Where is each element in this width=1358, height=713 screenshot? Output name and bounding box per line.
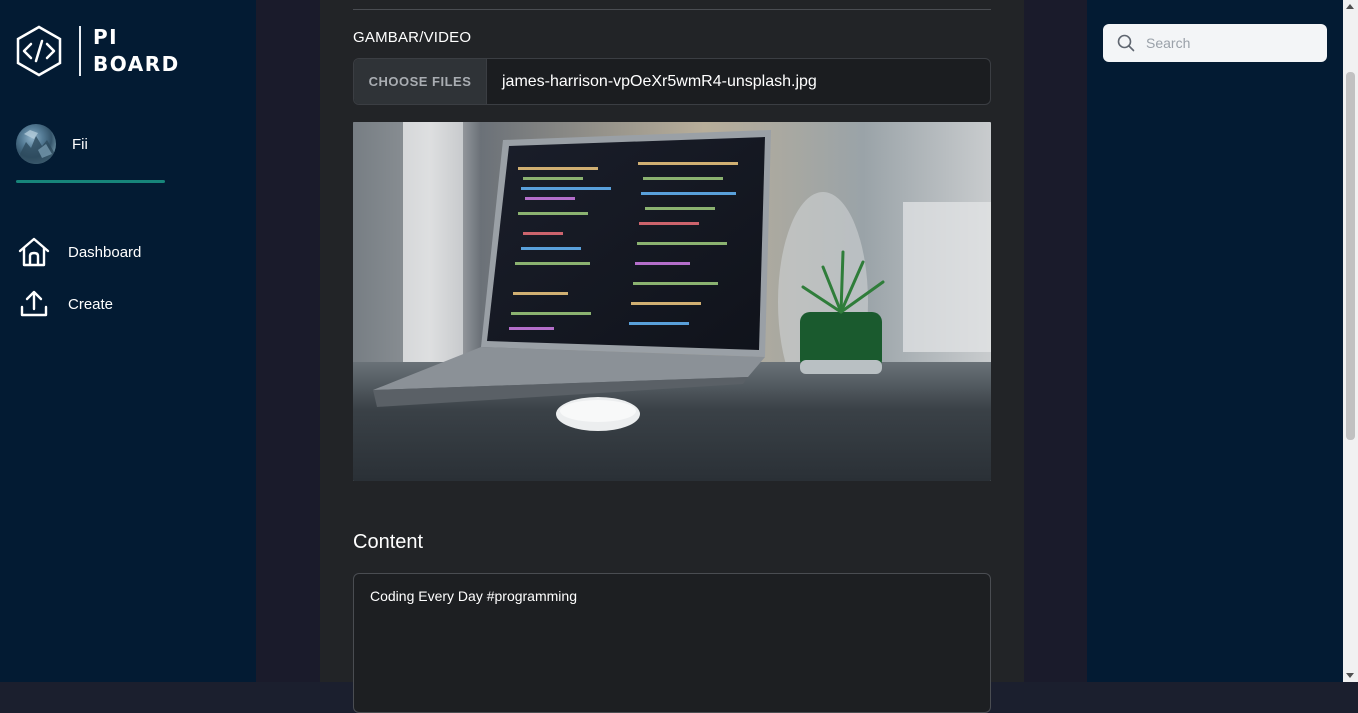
app-name-line1: PI (93, 25, 119, 49)
laptop-photo (353, 122, 991, 481)
sidebar: PI BOARD Fii Dashboard Create (0, 0, 256, 682)
create-post-form: GAMBAR/VIDEO CHOOSE FILES james-harrison… (320, 0, 1024, 713)
right-panel (1087, 0, 1343, 682)
sidebar-item-create[interactable]: Create (18, 286, 141, 322)
sidebar-item-dashboard[interactable]: Dashboard (18, 234, 141, 270)
choose-files-button[interactable]: CHOOSE FILES (354, 59, 487, 104)
home-icon (18, 236, 50, 268)
scrollbar[interactable] (1343, 0, 1358, 682)
sidebar-item-label: Dashboard (68, 243, 142, 261)
media-label: GAMBAR/VIDEO (353, 29, 472, 46)
content-textarea[interactable]: Coding Every Day #programming (353, 573, 991, 713)
code-hexagon-icon (16, 25, 62, 77)
image-preview (353, 122, 991, 481)
scroll-up-icon[interactable] (1346, 4, 1354, 9)
content-label: Content (353, 531, 424, 553)
scroll-thumb[interactable] (1346, 72, 1355, 440)
right-gutter (1024, 0, 1087, 682)
search-icon (1117, 34, 1135, 52)
app-logo[interactable]: PI BOARD (15, 24, 180, 78)
avatar (16, 124, 56, 164)
avatar-image (20, 130, 54, 164)
sidebar-nav: Dashboard Create (18, 234, 141, 338)
user-underline (16, 180, 165, 183)
user-profile[interactable]: Fii (16, 124, 88, 164)
upload-icon (18, 288, 50, 320)
scroll-down-icon[interactable] (1346, 673, 1354, 678)
left-gutter (256, 0, 320, 682)
selected-file-name: james-harrison-vpOeXr5wmR4-unsplash.jpg (502, 72, 817, 90)
logo-divider (79, 26, 81, 76)
search-input[interactable] (1144, 34, 1314, 52)
sidebar-item-label: Create (68, 295, 114, 313)
user-name: Fii (72, 135, 88, 153)
divider (353, 9, 991, 10)
file-input[interactable]: CHOOSE FILES james-harrison-vpOeXr5wmR4-… (353, 58, 991, 105)
search-box[interactable] (1103, 24, 1327, 62)
app-name-line2: BOARD (93, 52, 180, 76)
app-name: PI BOARD (93, 24, 180, 78)
